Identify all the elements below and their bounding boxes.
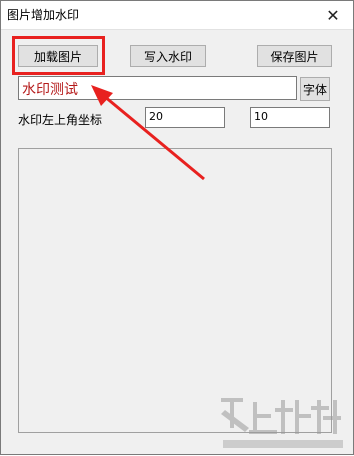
app-window: 图片增加水印 ✕ 加载图片 写入水印 保存图片 水印测试 字体 水印左上角坐标 … (0, 0, 354, 455)
save-image-button[interactable]: 保存图片 (257, 45, 332, 67)
x-coordinate-input[interactable]: 20 (145, 107, 225, 128)
highlight-annotation-box (12, 36, 105, 75)
title-bar: 图片增加水印 ✕ (1, 1, 353, 30)
font-button[interactable]: 字体 (300, 77, 330, 101)
close-icon[interactable]: ✕ (313, 1, 353, 29)
watermark-logo-icon (221, 398, 343, 448)
coordinate-label: 水印左上角坐标 (18, 113, 103, 127)
watermark-text-input[interactable]: 水印测试 (18, 76, 297, 100)
image-preview-area (18, 148, 332, 433)
window-title: 图片增加水印 (7, 8, 80, 22)
write-watermark-button[interactable]: 写入水印 (130, 45, 206, 67)
y-coordinate-input[interactable]: 10 (250, 107, 330, 128)
